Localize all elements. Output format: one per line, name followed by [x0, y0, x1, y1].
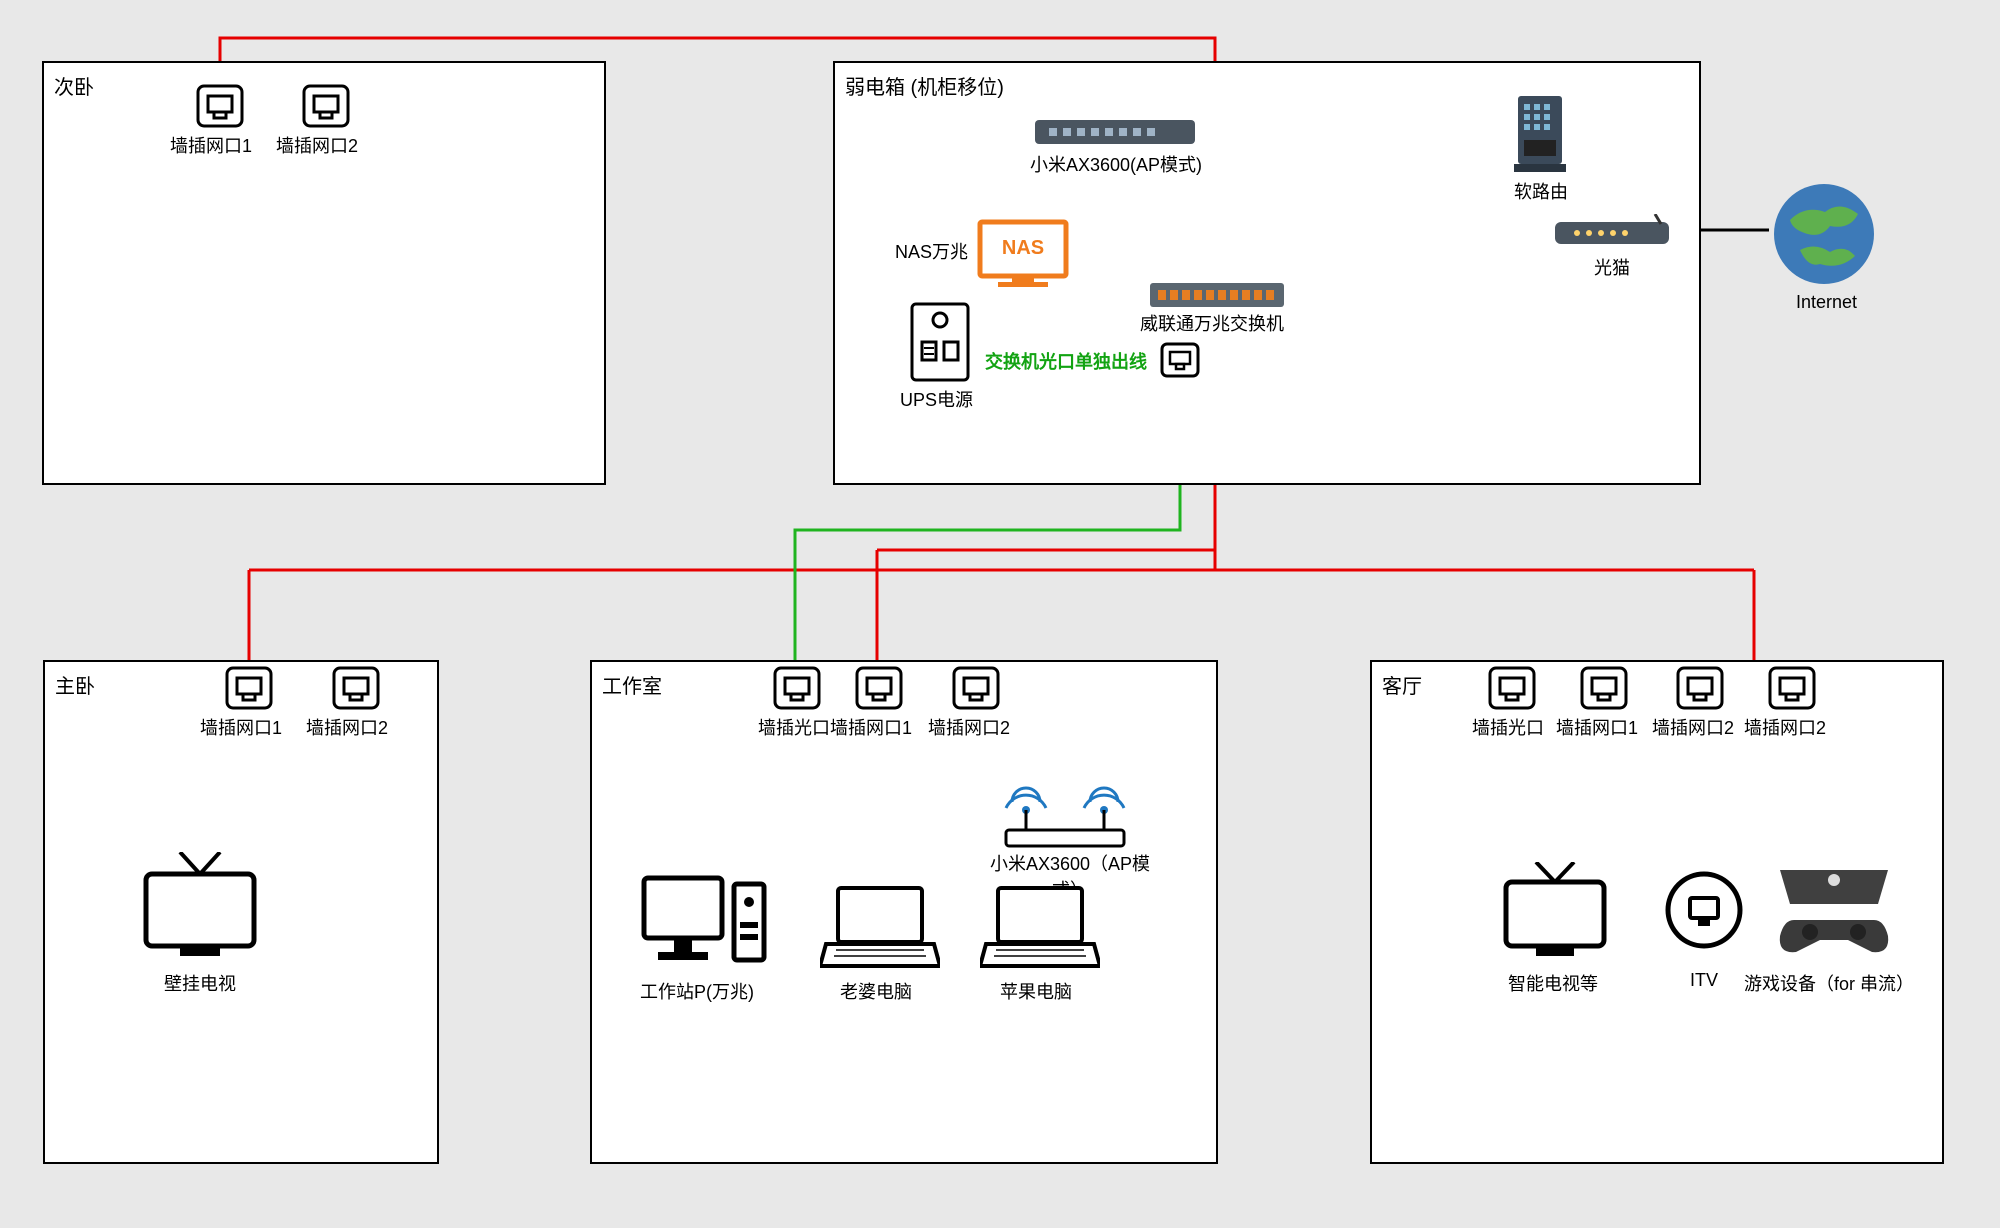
laptop-icon — [820, 884, 940, 977]
room-title: 主卧 — [55, 670, 95, 699]
device-label: UPS电源 — [900, 386, 973, 412]
rj45-port-icon — [952, 666, 1000, 715]
laptop-icon — [980, 884, 1100, 977]
rj45-port-icon — [332, 666, 380, 715]
device-label: 工作站P(万兆) — [640, 978, 754, 1004]
device-label: 光猫 — [1594, 254, 1630, 280]
room-title: 工作室 — [602, 670, 662, 699]
rj45-port-icon — [225, 666, 273, 715]
device-label: NAS万兆 — [895, 238, 968, 264]
device-label: 壁挂电视 — [164, 970, 236, 996]
device-label: 苹果电脑 — [1000, 978, 1072, 1004]
diagram-stage: 次卧 墙插网口1 墙插网口2 弱电箱 (机柜移位) 小米AX3600(AP模式)… — [0, 0, 2000, 1228]
port-label: 墙插网口2 — [1652, 714, 1734, 740]
rj45-port-icon — [196, 84, 244, 133]
tv-icon — [1500, 862, 1610, 967]
game-console-icon — [1774, 860, 1894, 965]
modem-icon — [1555, 214, 1675, 257]
rj45-port-icon — [1488, 666, 1536, 715]
port-label: 墙插网口1 — [1556, 714, 1638, 740]
device-label: 软路由 — [1514, 178, 1568, 204]
port-label: 墙插网口1 — [830, 714, 912, 740]
port-label: 墙插网口2 — [276, 132, 358, 158]
rj45-port-icon — [1160, 342, 1200, 383]
port-label: 墙插光口 — [1472, 714, 1544, 740]
wifi-router-icon — [1000, 780, 1130, 855]
soft-router-icon — [1510, 96, 1570, 179]
port-label: 墙插网口1 — [170, 132, 252, 158]
device-label: 游戏设备（for 串流） — [1744, 970, 1914, 996]
tv-icon — [140, 852, 260, 967]
device-label: 小米AX3600(AP模式) — [1004, 151, 1228, 177]
room-title: 客厅 — [1382, 670, 1422, 699]
rj45-port-icon — [1676, 666, 1724, 715]
globe-icon — [1770, 180, 1878, 293]
switch-icon — [1150, 283, 1284, 312]
rj45-port-icon — [302, 84, 350, 133]
device-label: Internet — [1796, 292, 1857, 313]
port-label: 墙插光口 — [758, 714, 830, 740]
ups-icon — [910, 302, 970, 387]
fiber-note: 交换机光口单独出线 — [985, 348, 1147, 374]
room-title: 弱电箱 (机柜移位) — [845, 71, 1004, 100]
device-label: 老婆电脑 — [840, 978, 912, 1004]
room-weak-box: 弱电箱 (机柜移位) — [833, 61, 1701, 485]
svg-text:NAS: NAS — [1002, 237, 1044, 259]
port-label: 墙插网口2 — [306, 714, 388, 740]
rj45-port-icon — [1768, 666, 1816, 715]
desktop-pc-icon — [640, 872, 770, 977]
port-label: 墙插网口1 — [200, 714, 282, 740]
device-label: 智能电视等 — [1508, 970, 1598, 996]
port-label: 墙插网口2 — [928, 714, 1010, 740]
port-label: 墙插网口2 — [1744, 714, 1826, 740]
nas-icon: NAS — [976, 218, 1070, 293]
rj45-port-icon — [1580, 666, 1628, 715]
device-label: ITV — [1690, 970, 1718, 991]
rj45-port-icon — [855, 666, 903, 715]
device-label: 威联通万兆交换机 — [1140, 310, 1284, 336]
stb-icon — [1664, 870, 1744, 955]
room-title: 次卧 — [54, 71, 94, 100]
rj45-port-icon — [773, 666, 821, 715]
